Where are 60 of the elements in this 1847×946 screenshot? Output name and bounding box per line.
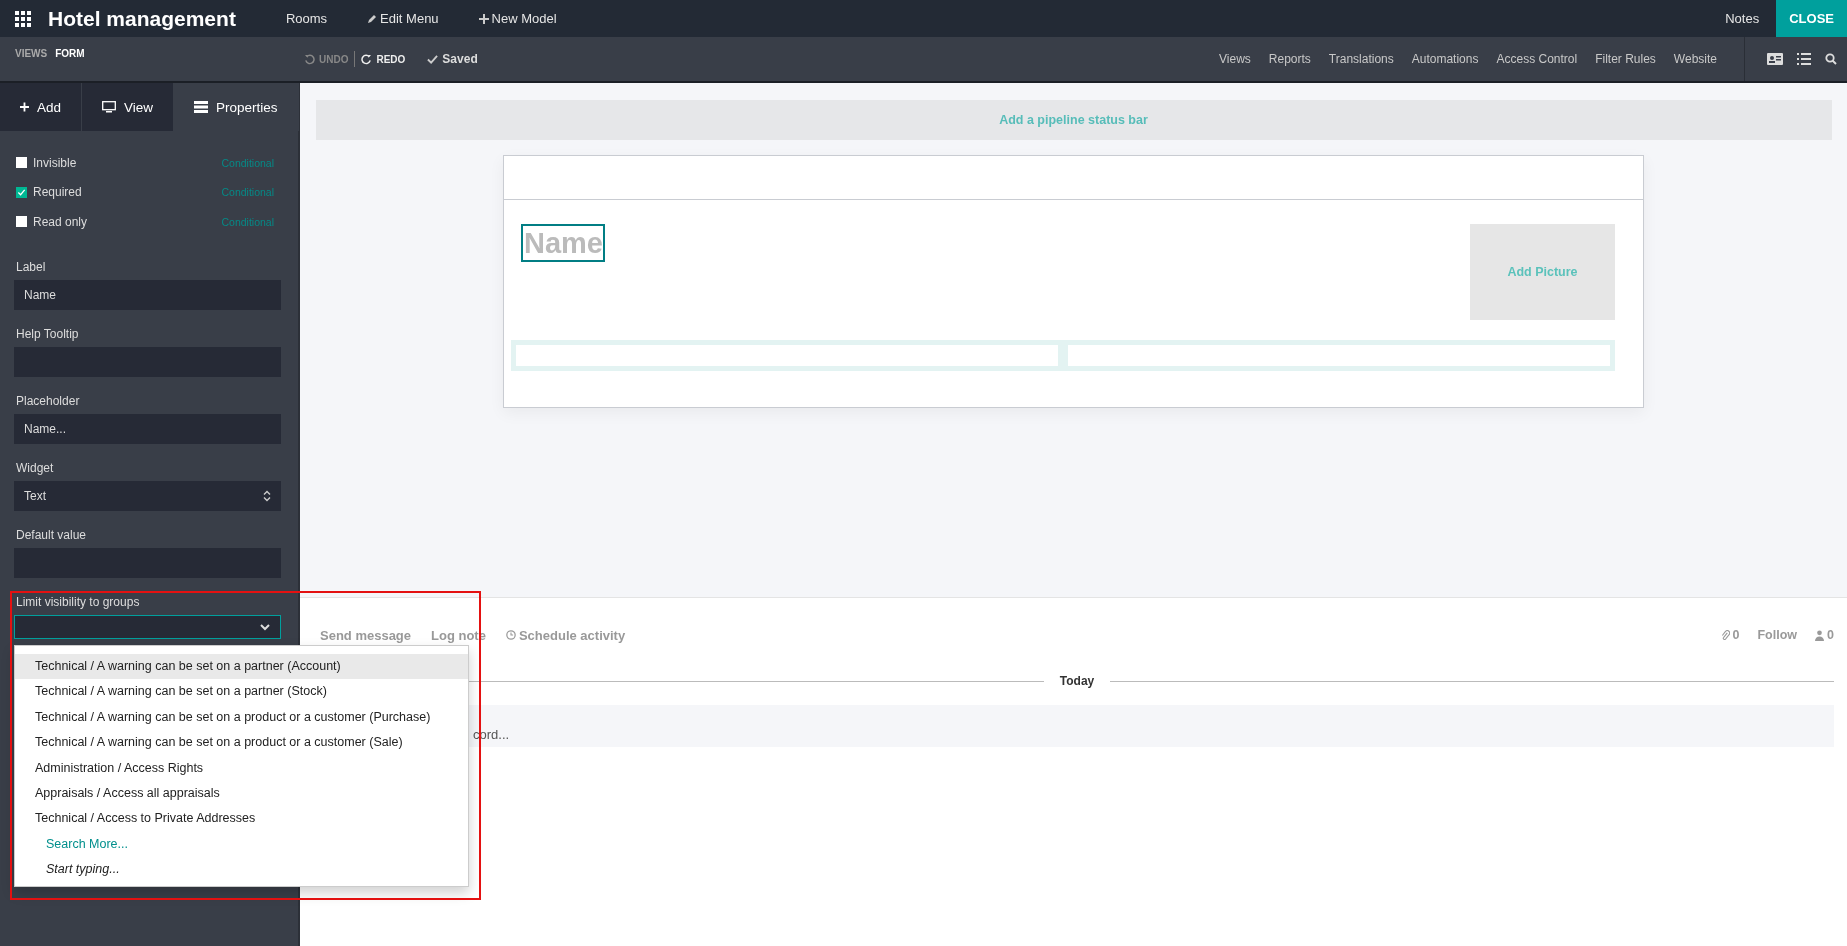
- start-typing-hint: Start typing...: [45, 861, 121, 879]
- list-icon: [194, 101, 209, 113]
- search-more-link[interactable]: Search More...: [15, 831, 468, 858]
- input-field[interactable]: Name: [14, 279, 281, 310]
- notes-link[interactable]: Notes: [1725, 11, 1760, 26]
- field-label: Default value: [16, 527, 88, 542]
- toolbar-link[interactable]: Translations: [1328, 52, 1394, 66]
- contact-card-icon[interactable]: [1767, 53, 1783, 65]
- list-icon[interactable]: [1797, 53, 1811, 65]
- checkbox[interactable]: [16, 186, 27, 198]
- field-label: Help Tooltip: [16, 326, 80, 341]
- dropdown-item[interactable]: Technical / Access to Private Addresses: [15, 806, 468, 832]
- breadcrumb-item[interactable]: VIEWS: [15, 48, 48, 59]
- select-field[interactable]: [14, 614, 281, 639]
- apps-menu-icon[interactable]: [15, 10, 31, 27]
- dropdown-item[interactable]: Technical / A warning can be set on a partner (Stock): [15, 679, 468, 705]
- person-icon: [1815, 629, 1825, 641]
- field-label: Limit visibility to groups: [16, 594, 141, 609]
- toolbar-link[interactable]: Filter Rules: [1595, 52, 1656, 66]
- dropdown-item[interactable]: Technical / A warning can be set on a product or a customer (Sale): [15, 730, 468, 756]
- checkbox-label: Required: [33, 185, 83, 200]
- menu-item[interactable]: Rooms: [285, 11, 328, 26]
- checkbox-label: Invisible: [33, 155, 78, 170]
- dropdown-item[interactable]: Administration / Access Rights: [15, 755, 468, 781]
- monitor-icon: [102, 101, 116, 113]
- dropdown-item[interactable]: Technical / A warning can be set on a product or a customer (Purchase): [15, 704, 468, 731]
- field-label: Label: [16, 259, 47, 274]
- redo-icon: [361, 53, 373, 65]
- pencil-icon: [367, 13, 378, 24]
- toolbar-link[interactable]: Automations: [1411, 52, 1479, 66]
- breadcrumb-item[interactable]: FORM: [55, 48, 85, 59]
- dropdown-item[interactable]: Technical / A warning can be set on a partner (Account): [15, 654, 468, 680]
- input-field[interactable]: Name...: [14, 413, 281, 444]
- field-label: Placeholder: [16, 393, 81, 408]
- app-title: Hotel management: [48, 6, 236, 31]
- menu-item[interactable]: New Model: [478, 11, 557, 26]
- toolbar-link[interactable]: Website: [1673, 52, 1717, 66]
- clock-icon: [505, 630, 516, 640]
- checkbox-label: Read only: [33, 214, 89, 229]
- undo-icon: [304, 53, 315, 65]
- select-field[interactable]: Text: [14, 480, 281, 511]
- toolbar-link[interactable]: Reports: [1268, 52, 1311, 66]
- paperclip-icon: [1720, 629, 1730, 641]
- redo-button[interactable]: REDO: [355, 53, 412, 65]
- dropdown-item[interactable]: Appraisals / Access all appraisals: [15, 780, 468, 807]
- caret-icon: [260, 622, 270, 631]
- sidebar-tab[interactable]: Properties: [174, 83, 299, 131]
- checkbox[interactable]: [16, 216, 27, 228]
- check-icon: [427, 53, 439, 65]
- plus-icon: [20, 102, 29, 112]
- up-down-caret-icon: [263, 489, 271, 502]
- search-icon[interactable]: [1825, 53, 1837, 65]
- field-label: Widget: [16, 460, 55, 475]
- checkbox[interactable]: [16, 157, 27, 169]
- toolbar-link[interactable]: Access Control: [1496, 52, 1578, 66]
- date-divider: Today: [1059, 674, 1095, 688]
- menu-item[interactable]: Edit Menu: [367, 11, 439, 26]
- toolbar-link[interactable]: Views: [1219, 52, 1251, 66]
- plus-icon: [478, 13, 489, 24]
- saved-status: Saved: [427, 52, 478, 66]
